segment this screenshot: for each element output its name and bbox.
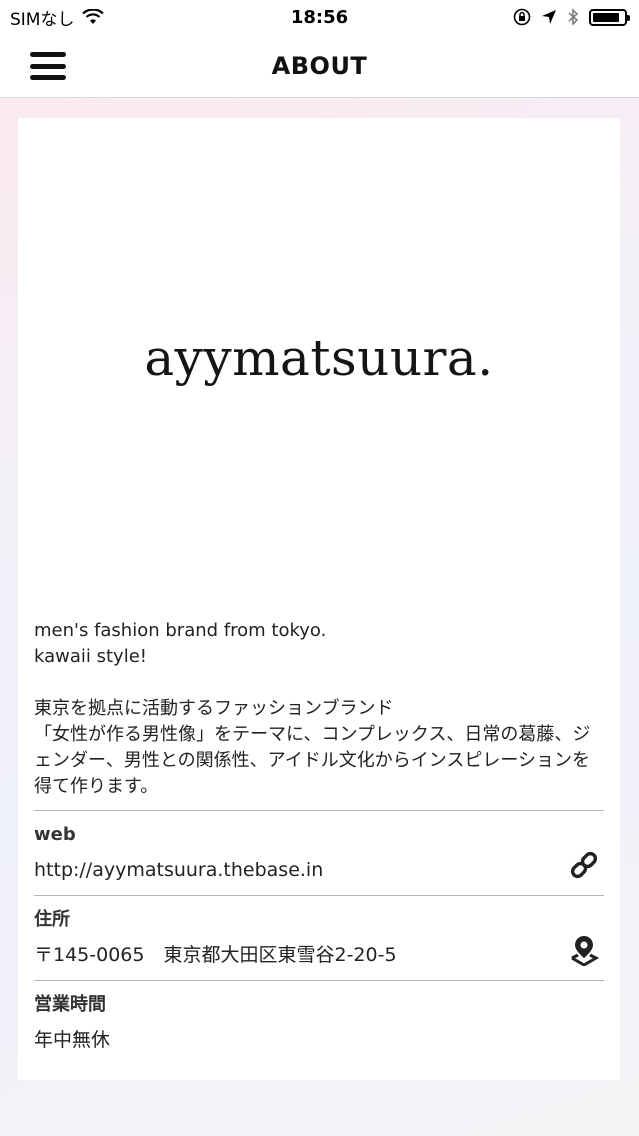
- about-card: ayymatsuura. men's fashion brand from to…: [18, 118, 620, 1080]
- carrier-label: SIMなし: [10, 9, 75, 30]
- status-left: SIMなし: [10, 5, 105, 30]
- web-row[interactable]: web http://ayymatsuura.thebase.in: [18, 811, 620, 895]
- hours-label: 営業時間: [34, 994, 106, 1015]
- status-right: [513, 8, 630, 26]
- bluetooth-icon: [568, 8, 579, 26]
- rotation-lock-icon: [513, 8, 531, 26]
- map-pin-icon[interactable]: [568, 934, 600, 966]
- description-en-line2: kawaii style!: [34, 646, 147, 667]
- web-label: web: [34, 824, 76, 845]
- hours-row: 営業時間 年中無休: [18, 981, 620, 1065]
- wifi-icon: [82, 9, 105, 24]
- description-en-line1: men's fashion brand from tokyo.: [34, 620, 327, 641]
- menu-line: [30, 52, 66, 57]
- hamburger-menu-icon[interactable]: [30, 52, 66, 80]
- description-ja-line2: 「女性が作る男性像」をテーマに、コンプレックス、日常の葛藤、ジェンダー、男性との…: [34, 724, 591, 797]
- location-arrow-icon: [542, 10, 556, 24]
- address-value[interactable]: 〒145-0065 東京都大田区東雪谷2-20-5: [34, 942, 604, 980]
- address-row[interactable]: 住所 〒145-0065 東京都大田区東雪谷2-20-5: [18, 896, 620, 980]
- nav-bar: ABOUT: [0, 34, 639, 98]
- battery-icon: [589, 8, 630, 26]
- address-label: 住所: [34, 909, 70, 930]
- menu-line: [30, 75, 66, 80]
- page-title: ABOUT: [271, 51, 368, 80]
- status-bar: SIMなし 18:56: [0, 0, 639, 34]
- brand-logo-area: ayymatsuura.: [18, 118, 620, 598]
- battery-fill: [593, 12, 619, 22]
- hours-value: 年中無休: [34, 1029, 111, 1051]
- link-icon[interactable]: [568, 849, 600, 881]
- description-ja-line1: 東京を拠点に活動するファッションブランド: [34, 698, 394, 719]
- brand-description: men's fashion brand from tokyo. kawaii s…: [18, 598, 620, 800]
- menu-line: [30, 63, 66, 69]
- brand-logo: ayymatsuura.: [144, 329, 494, 387]
- web-link[interactable]: http://ayymatsuura.thebase.in: [34, 857, 604, 895]
